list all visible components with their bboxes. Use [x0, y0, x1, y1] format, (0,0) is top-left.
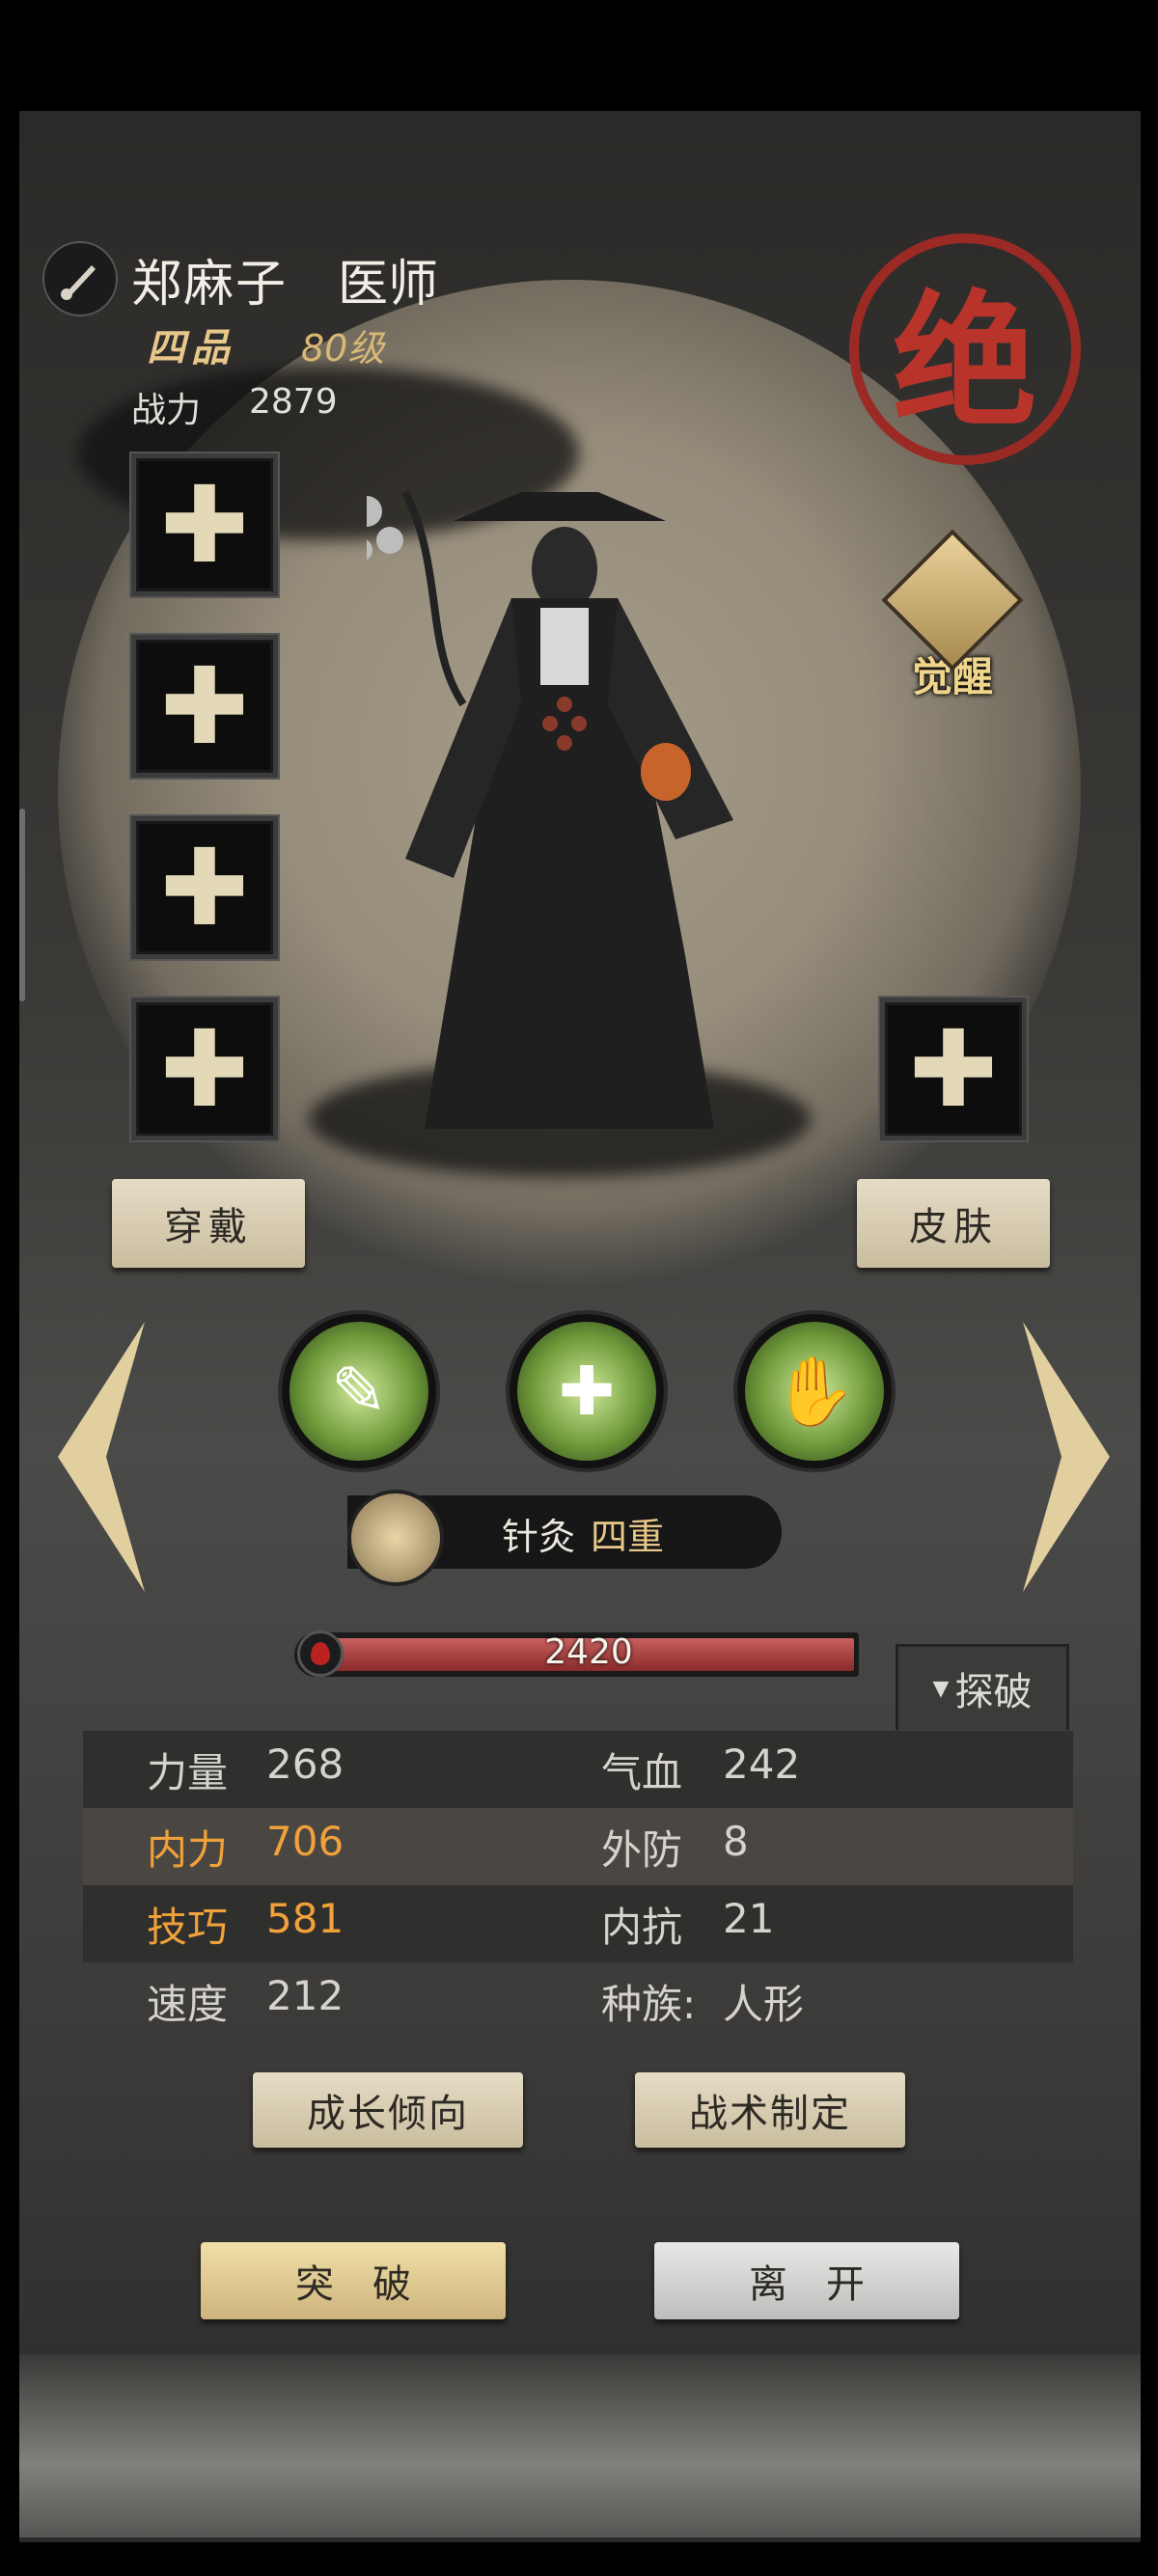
- stat-key: 力量: [147, 1748, 229, 1796]
- skill-palm[interactable]: ✋: [737, 1314, 892, 1468]
- explore-label: 探破: [954, 1670, 1033, 1714]
- acupuncture-icon[interactable]: [347, 1490, 444, 1586]
- stat-value: 8: [723, 1817, 749, 1865]
- plus-icon: ✚: [159, 463, 250, 587]
- equip-slot-3[interactable]: ✚: [131, 816, 278, 959]
- ink-brush-icon: [42, 241, 118, 316]
- stat-value: 268: [266, 1740, 345, 1788]
- passive-skill-level: 四重: [591, 1516, 665, 1558]
- power-value: 2879: [249, 382, 338, 422]
- heal-cross-icon: ✚: [558, 1352, 616, 1431]
- plus-icon: ✚: [159, 826, 250, 949]
- stat-key: 种族:: [601, 1980, 697, 2028]
- hero-name: 郑麻子: [131, 256, 289, 314]
- rarity-seal: 绝: [849, 233, 1081, 465]
- blood-drop-icon: [297, 1631, 344, 1677]
- stats-table: 力量 268 气血 242 内力 706 外防 8 技巧 581 内抗 21 速度 212 种族: 人形: [83, 1731, 1073, 2040]
- equip-slot-5[interactable]: ✚: [880, 998, 1027, 1140]
- stat-row: 技巧 581 内抗 21: [83, 1885, 1073, 1962]
- skill-needle[interactable]: ✎: [282, 1314, 436, 1468]
- explore-dropdown[interactable]: ▼ 探破: [896, 1644, 1069, 1730]
- wear-button[interactable]: 穿戴: [112, 1179, 305, 1268]
- stat-key: 技巧: [147, 1903, 229, 1951]
- stat-value: 21: [723, 1894, 775, 1942]
- hero-class: 医师: [338, 256, 439, 314]
- stat-key: 内抗: [601, 1903, 683, 1951]
- breakthrough-button[interactable]: 突破: [201, 2242, 506, 2319]
- palm-icon: ✋: [772, 1351, 857, 1431]
- stat-value: 人形: [723, 1980, 805, 2028]
- plus-icon: ✚: [159, 1007, 250, 1131]
- scrollbar[interactable]: [19, 808, 25, 1001]
- stat-key: 气血: [601, 1748, 683, 1796]
- stat-key: 外防: [601, 1825, 683, 1874]
- equip-slot-2[interactable]: ✚: [131, 635, 278, 778]
- power-label: 战力: [131, 391, 202, 430]
- stat-row: 速度 212 种族: 人形: [83, 1962, 1073, 2040]
- passive-skill-name: 针灸: [502, 1516, 576, 1558]
- skin-button[interactable]: 皮肤: [857, 1179, 1050, 1268]
- skill-heal[interactable]: ✚: [510, 1314, 664, 1468]
- hero-portrait: [367, 490, 733, 1129]
- prev-hero-arrow-icon[interactable]: [39, 1312, 164, 1602]
- floor-decoration: [19, 2354, 1141, 2537]
- stat-row: 力量 268 气血 242: [83, 1731, 1073, 1808]
- plus-icon: ✚: [908, 1007, 999, 1131]
- stat-key: 内力: [147, 1825, 229, 1874]
- stat-value: 706: [266, 1817, 345, 1865]
- tactics-button[interactable]: 战术制定: [635, 2072, 905, 2148]
- growth-tendency-button[interactable]: 成长倾向: [253, 2072, 523, 2148]
- rarity-seal-text: 绝: [892, 276, 1037, 447]
- needle-icon: ✎: [330, 1352, 388, 1431]
- hero-level: 80级: [301, 327, 385, 370]
- awaken-button[interactable]: 觉醒: [880, 529, 1025, 704]
- leave-button[interactable]: 离开: [654, 2242, 959, 2319]
- hero-grade: 四品: [147, 326, 235, 370]
- stat-value: 581: [266, 1894, 345, 1942]
- stat-value: 242: [723, 1740, 801, 1788]
- equip-slot-1[interactable]: ✚: [131, 453, 278, 596]
- next-hero-arrow-icon[interactable]: [1004, 1312, 1129, 1602]
- stat-value: 212: [266, 1971, 345, 2019]
- plus-icon: ✚: [159, 644, 250, 768]
- stat-row: 内力 706 外防 8: [83, 1808, 1073, 1885]
- hp-value: 2420: [544, 1632, 633, 1672]
- stat-key: 速度: [147, 1980, 229, 2028]
- dropdown-triangle-icon: ▼: [932, 1676, 950, 1701]
- equip-slot-4[interactable]: ✚: [131, 998, 278, 1140]
